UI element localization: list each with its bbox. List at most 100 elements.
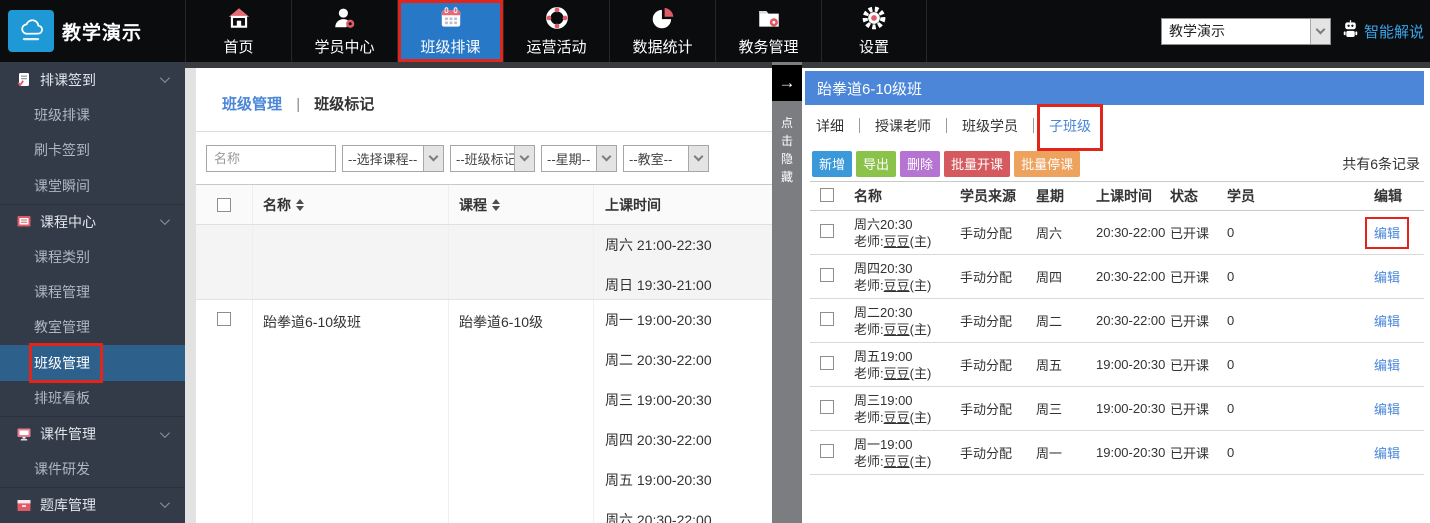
nav-item-label: 首页 bbox=[223, 36, 253, 57]
tab-details[interactable]: 详细 bbox=[812, 116, 848, 136]
tab-teachers[interactable]: 授课老师 bbox=[871, 116, 935, 136]
edit-link[interactable]: 编辑 bbox=[1374, 270, 1400, 285]
select-all-checkbox[interactable] bbox=[820, 188, 834, 202]
sidebar-item-classroom-moments[interactable]: 课堂瞬间 bbox=[0, 168, 185, 203]
class-time: 周日 19:30-21:00 bbox=[605, 265, 772, 305]
row-checkbox[interactable] bbox=[820, 268, 834, 282]
subclass-name: 周五19:00 bbox=[854, 348, 960, 365]
collapse-strip-label: 点击隐藏 bbox=[780, 114, 794, 186]
nav-item-operations[interactable]: 运营活动 bbox=[503, 0, 609, 62]
teacher-prefix: 老师: bbox=[854, 454, 884, 469]
course-filter-select[interactable]: --选择课程-- bbox=[342, 145, 444, 172]
row-checkbox[interactable] bbox=[820, 312, 834, 326]
weekday: 周五 bbox=[1036, 355, 1096, 374]
row-checkbox[interactable] bbox=[820, 400, 834, 414]
export-button[interactable]: 导出 bbox=[856, 151, 896, 177]
sidebar-group-course-center[interactable]: 课程中心 bbox=[0, 204, 185, 239]
select-all-checkbox[interactable] bbox=[217, 198, 231, 212]
room-filter-select[interactable]: --教室-- bbox=[623, 145, 709, 172]
table-row[interactable]: 周四20:30 老师:豆豆(主) 手动分配 周四 20:30-22:00 已开课… bbox=[810, 255, 1424, 299]
sidebar-item-shift-board[interactable]: 排班看板 bbox=[0, 381, 185, 416]
pie-chart-icon bbox=[650, 5, 676, 34]
row-checkbox[interactable] bbox=[820, 356, 834, 370]
column-header-status: 状态 bbox=[1170, 186, 1227, 206]
student-count: 0 bbox=[1227, 445, 1374, 460]
smart-narration-button[interactable]: 智能解说 bbox=[1341, 20, 1424, 42]
sidebar-item-label: 课程管理 bbox=[34, 282, 90, 302]
sidebar-group-question-bank[interactable]: 题库管理 bbox=[0, 487, 185, 522]
sidebar-item-class-scheduling[interactable]: 班级排课 bbox=[0, 97, 185, 132]
edit-link[interactable]: 编辑 bbox=[1374, 314, 1400, 329]
class-time: 周四 20:30-22:00 bbox=[605, 420, 772, 460]
sort-icon[interactable] bbox=[296, 199, 304, 211]
weekday: 周二 bbox=[1036, 311, 1096, 330]
column-header-students: 学员 bbox=[1227, 186, 1374, 206]
table-row[interactable]: 周五19:00 老师:豆豆(主) 手动分配 周五 19:00-20:30 已开课… bbox=[810, 343, 1424, 387]
collapse-arrow-icon[interactable]: → bbox=[772, 65, 802, 101]
nav-item-class-scheduling[interactable]: 班级排课 bbox=[397, 0, 503, 62]
edit-link-annotated[interactable]: 编辑 bbox=[1374, 226, 1400, 241]
sidebar-item-course-category[interactable]: 课程类别 bbox=[0, 239, 185, 274]
student-source: 手动分配 bbox=[960, 355, 1036, 374]
delete-button[interactable]: 删除 bbox=[900, 151, 940, 177]
class-time: 周五 19:00-20:30 bbox=[605, 460, 772, 500]
table-row: 周六 21:00-22:30 周日 19:30-21:00 bbox=[196, 225, 772, 300]
edit-link[interactable]: 编辑 bbox=[1374, 446, 1400, 461]
teacher-link[interactable]: 豆豆 bbox=[884, 454, 910, 469]
nav-item-academic-affairs[interactable]: 教务管理 bbox=[715, 0, 821, 62]
sidebar-item-classroom-management[interactable]: 教室管理 bbox=[0, 310, 185, 345]
edit-link[interactable]: 编辑 bbox=[1374, 358, 1400, 373]
teacher-prefix: 老师: bbox=[854, 278, 884, 293]
organization-select[interactable]: 教学演示 bbox=[1161, 18, 1331, 45]
row-checkbox[interactable] bbox=[820, 444, 834, 458]
breadcrumb-secondary[interactable]: 班级标记 bbox=[314, 96, 374, 113]
chevron-down-icon bbox=[688, 146, 708, 171]
weekday-filter-select[interactable]: --星期-- bbox=[541, 145, 617, 172]
tab-subclasses[interactable]: 子班级 bbox=[1045, 116, 1095, 136]
batch-open-class-button[interactable]: 批量开课 bbox=[944, 151, 1010, 177]
class-tag-filter-select[interactable]: --班级标记-- bbox=[450, 145, 535, 172]
student-source: 手动分配 bbox=[960, 223, 1036, 242]
sort-icon[interactable] bbox=[492, 199, 500, 211]
teacher-link[interactable]: 豆豆 bbox=[884, 278, 910, 293]
teacher-link[interactable]: 豆豆 bbox=[884, 234, 910, 249]
teacher-link[interactable]: 豆豆 bbox=[884, 366, 910, 381]
sidebar-item-card-signin[interactable]: 刷卡签到 bbox=[0, 133, 185, 168]
nav-item-statistics[interactable]: 数据统计 bbox=[609, 0, 715, 62]
teacher-prefix: 老师: bbox=[854, 410, 884, 425]
sidebar-item-course-management[interactable]: 课程管理 bbox=[0, 274, 185, 309]
nav-item-settings[interactable]: 设置 bbox=[821, 0, 927, 62]
teacher-suffix: (主) bbox=[910, 366, 932, 381]
teacher-link[interactable]: 豆豆 bbox=[884, 322, 910, 337]
nav-item-home[interactable]: 首页 bbox=[185, 0, 291, 62]
sidebar-item-courseware-rnd[interactable]: 课件研发 bbox=[0, 451, 185, 486]
tab-separator bbox=[859, 118, 860, 133]
table-row[interactable]: 周六20:30 老师:豆豆(主) 手动分配 周六 20:30-22:00 已开课… bbox=[810, 211, 1424, 255]
collapse-panel-strip[interactable]: → 点击隐藏 bbox=[772, 62, 802, 523]
sidebar-group-schedule-signin[interactable]: 排课签到 bbox=[0, 62, 185, 97]
add-button[interactable]: 新增 bbox=[812, 151, 852, 177]
class-name-cell bbox=[253, 225, 449, 299]
class-list-panel: 班级管理 | 班级标记 --选择课程-- --班级标记-- --星期-- --教… bbox=[196, 68, 772, 523]
edit-link[interactable]: 编辑 bbox=[1374, 402, 1400, 417]
teacher-link[interactable]: 豆豆 bbox=[884, 410, 910, 425]
row-checkbox[interactable] bbox=[820, 224, 834, 238]
tab-students[interactable]: 班级学员 bbox=[958, 116, 1022, 136]
table-row[interactable]: 周二20:30 老师:豆豆(主) 手动分配 周二 20:30-22:00 已开课… bbox=[810, 299, 1424, 343]
table-row[interactable]: 跆拳道6-10级班 跆拳道6-10级 周一 19:00-20:30 周二 20:… bbox=[196, 300, 772, 523]
column-header-source: 学员来源 bbox=[960, 186, 1036, 206]
batch-stop-class-button[interactable]: 批量停课 bbox=[1014, 151, 1080, 177]
column-header-name[interactable]: 名称 bbox=[253, 185, 449, 224]
home-icon bbox=[226, 5, 252, 34]
name-filter-input[interactable] bbox=[206, 145, 336, 172]
breadcrumb-primary[interactable]: 班级管理 bbox=[222, 96, 282, 113]
status-badge: 已开课 bbox=[1170, 267, 1227, 286]
table-row[interactable]: 周一19:00 老师:豆豆(主) 手动分配 周一 19:00-20:30 已开课… bbox=[810, 431, 1424, 475]
sidebar-item-class-management[interactable]: 班级管理 bbox=[0, 345, 185, 380]
sidebar-item-label: 教室管理 bbox=[34, 317, 90, 337]
table-row[interactable]: 周三19:00 老师:豆豆(主) 手动分配 周三 19:00-20:30 已开课… bbox=[810, 387, 1424, 431]
sidebar-group-courseware-management[interactable]: 课件管理 bbox=[0, 416, 185, 451]
column-header-course[interactable]: 课程 bbox=[449, 185, 594, 224]
nav-item-student-center[interactable]: 学员中心 bbox=[291, 0, 397, 62]
row-checkbox[interactable] bbox=[217, 312, 231, 326]
